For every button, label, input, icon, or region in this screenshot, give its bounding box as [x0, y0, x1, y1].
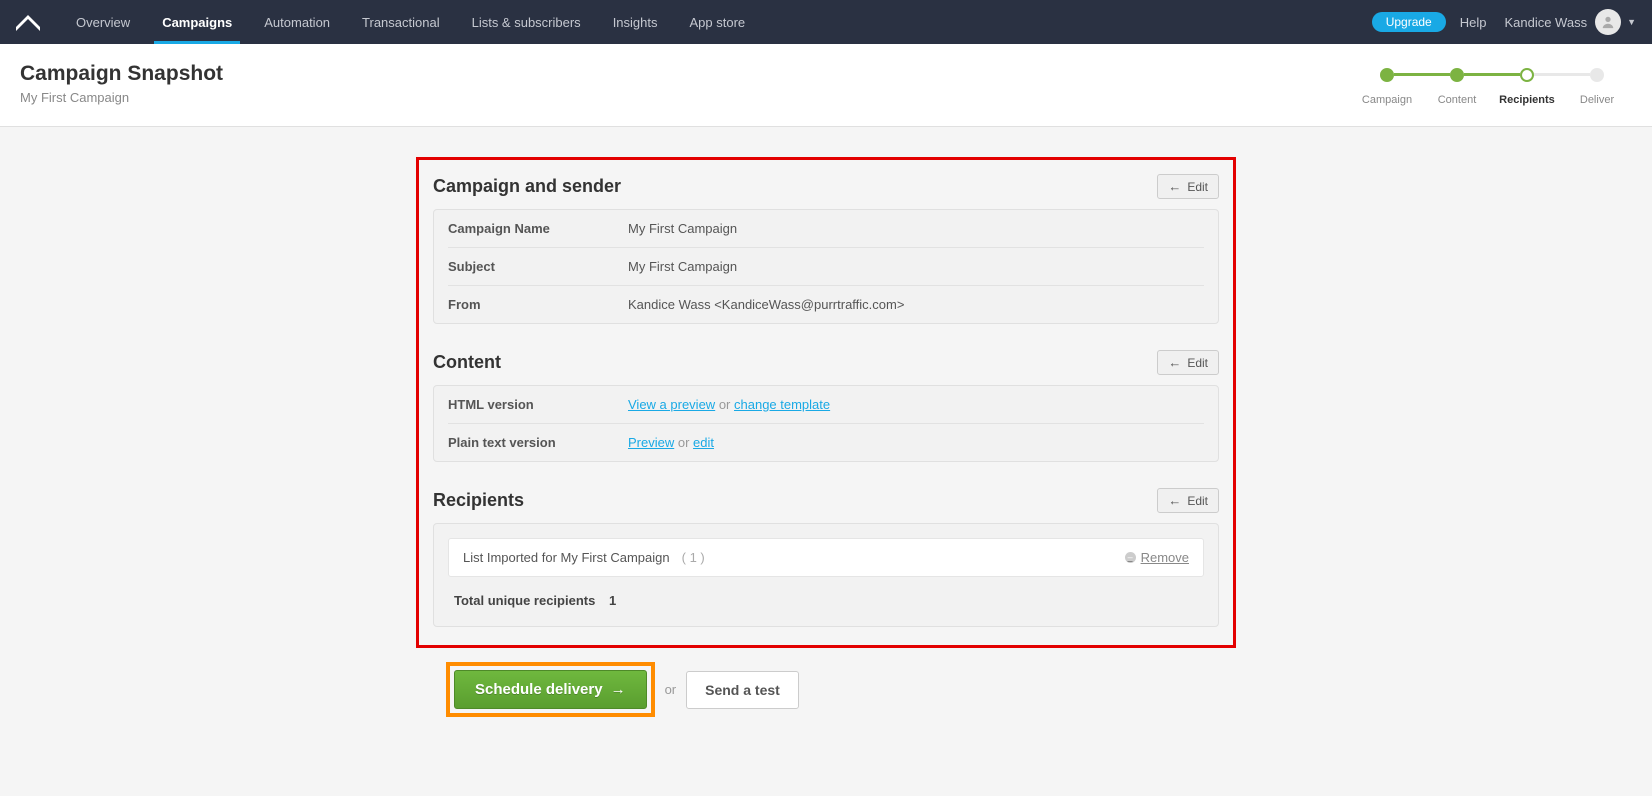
- subject-value: My First Campaign: [628, 259, 737, 274]
- edit-campaign-button[interactable]: ← Edit: [1157, 174, 1219, 199]
- progress-stepper: Campaign Content Recipients Deliver: [1352, 62, 1632, 106]
- campaign-section-title: Campaign and sender: [433, 176, 621, 197]
- recipient-list-count: ( 1 ): [682, 550, 705, 565]
- snapshot-highlight: Campaign and sender ← Edit Campaign Name…: [416, 157, 1236, 648]
- help-link[interactable]: Help: [1460, 15, 1487, 30]
- user-name-label: Kandice Wass: [1504, 15, 1587, 30]
- or-text: or: [715, 397, 734, 412]
- total-recipients-label: Total unique recipients: [454, 593, 595, 608]
- total-recipients-value: 1: [609, 593, 616, 608]
- top-nav: Overview Campaigns Automation Transactio…: [0, 0, 1652, 44]
- edit-label: Edit: [1187, 494, 1208, 508]
- content-section-title: Content: [433, 352, 501, 373]
- plain-text-label: Plain text version: [448, 435, 628, 450]
- subject-label: Subject: [448, 259, 628, 274]
- section-campaign-sender: Campaign and sender ← Edit Campaign Name…: [433, 170, 1219, 324]
- nav-lists[interactable]: Lists & subscribers: [456, 0, 597, 44]
- remove-list-link[interactable]: – Remove: [1125, 550, 1189, 565]
- or-text: or: [674, 435, 693, 450]
- step-recipients[interactable]: Recipients: [1499, 94, 1555, 106]
- recipient-list-name: List Imported for My First Campaign: [463, 550, 670, 565]
- campaign-name-value: My First Campaign: [628, 221, 737, 236]
- chevron-down-icon: ▼: [1627, 17, 1636, 27]
- step-deliver[interactable]: Deliver: [1580, 94, 1614, 106]
- arrow-left-icon: ←: [1168, 493, 1181, 508]
- minus-icon: –: [1125, 552, 1136, 563]
- section-content: Content ← Edit HTML version View a previ…: [433, 346, 1219, 462]
- section-recipients: Recipients ← Edit List Imported for My F…: [433, 484, 1219, 627]
- schedule-delivery-button[interactable]: Schedule delivery →: [454, 670, 647, 709]
- send-test-button[interactable]: Send a test: [686, 671, 799, 709]
- edit-content-button[interactable]: ← Edit: [1157, 350, 1219, 375]
- edit-recipients-button[interactable]: ← Edit: [1157, 488, 1219, 513]
- from-label: From: [448, 297, 628, 312]
- arrow-right-icon: →: [611, 681, 626, 698]
- action-bar: Schedule delivery → or Send a test: [446, 648, 1236, 717]
- step-campaign[interactable]: Campaign: [1362, 94, 1412, 106]
- change-template-link[interactable]: change template: [734, 397, 830, 412]
- step-content[interactable]: Content: [1438, 94, 1477, 106]
- upgrade-pill[interactable]: Upgrade: [1372, 12, 1446, 32]
- schedule-highlight: Schedule delivery →: [446, 662, 655, 717]
- page-subtitle: My First Campaign: [20, 90, 223, 105]
- or-text: or: [665, 682, 677, 697]
- edit-plain-link[interactable]: edit: [693, 435, 714, 450]
- edit-label: Edit: [1187, 356, 1208, 370]
- avatar-icon: [1595, 9, 1621, 35]
- page-title: Campaign Snapshot: [20, 62, 223, 86]
- campaign-name-label: Campaign Name: [448, 221, 628, 236]
- user-menu[interactable]: Kandice Wass ▼: [1504, 9, 1636, 35]
- html-version-label: HTML version: [448, 397, 628, 412]
- nav-appstore[interactable]: App store: [674, 0, 762, 44]
- edit-label: Edit: [1187, 180, 1208, 194]
- nav-insights[interactable]: Insights: [597, 0, 674, 44]
- nav-campaigns[interactable]: Campaigns: [146, 0, 248, 44]
- preview-plain-link[interactable]: Preview: [628, 435, 674, 450]
- nav-automation[interactable]: Automation: [248, 0, 346, 44]
- view-preview-link[interactable]: View a preview: [628, 397, 715, 412]
- app-logo[interactable]: [16, 13, 40, 31]
- schedule-label: Schedule delivery: [475, 681, 603, 698]
- recipient-list-row: List Imported for My First Campaign ( 1 …: [448, 538, 1204, 577]
- page-header: Campaign Snapshot My First Campaign Camp…: [0, 44, 1652, 127]
- arrow-left-icon: ←: [1168, 179, 1181, 194]
- nav-transactional[interactable]: Transactional: [346, 0, 456, 44]
- remove-label: Remove: [1141, 550, 1189, 565]
- from-value: Kandice Wass <KandiceWass@purrtraffic.co…: [628, 297, 904, 312]
- arrow-left-icon: ←: [1168, 355, 1181, 370]
- nav-overview[interactable]: Overview: [60, 0, 146, 44]
- nav-links: Overview Campaigns Automation Transactio…: [60, 0, 761, 44]
- recipients-section-title: Recipients: [433, 490, 524, 511]
